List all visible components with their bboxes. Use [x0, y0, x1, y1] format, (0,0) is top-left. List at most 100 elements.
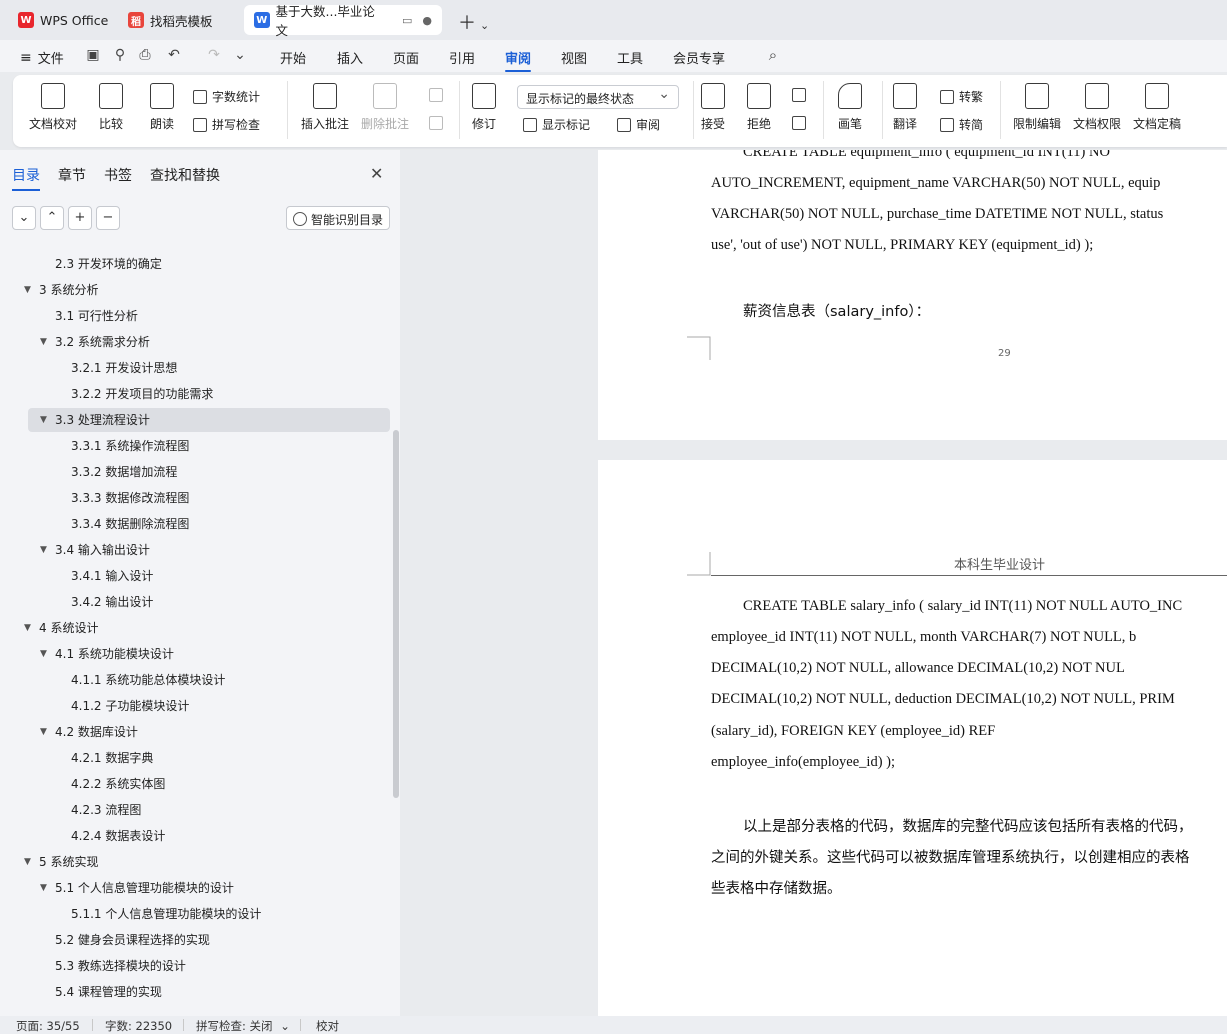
menu-insert[interactable]: 插入: [337, 48, 363, 67]
quick-access-more-icon[interactable]: ⌄: [232, 47, 248, 63]
toc-item[interactable]: 3.2.2 开发项目的功能需求: [0, 382, 390, 406]
accept-button[interactable]: 接受: [701, 83, 725, 132]
menu-home[interactable]: 开始: [280, 48, 306, 67]
tab-docer-templates[interactable]: 稻 找稻壳模板: [118, 5, 223, 35]
tab-current-document[interactable]: W 基于大数...毕业论文 ▭ ●: [244, 4, 442, 38]
revise-button[interactable]: 修订: [472, 83, 496, 132]
toc-item[interactable]: ▼ 4 系统设计: [0, 616, 390, 640]
next-comment-button[interactable]: [429, 116, 448, 130]
document-page[interactable]: CREATE TABLE equipment_info ( equipment_…: [598, 150, 1227, 440]
word-count-button[interactable]: 字数统计: [193, 88, 260, 105]
toc-item[interactable]: 4.2.2 系统实体图: [0, 772, 390, 796]
pen-button[interactable]: 画笔: [838, 83, 862, 132]
expand-arrow-icon[interactable]: ▼: [24, 278, 31, 302]
toc-item[interactable]: 5.3 教练选择模块的设计: [0, 954, 390, 978]
expand-arrow-icon[interactable]: ▼: [24, 850, 31, 874]
expand-arrow-icon[interactable]: ▼: [24, 616, 31, 640]
menu-tools[interactable]: 工具: [617, 48, 643, 67]
expand-arrow-icon[interactable]: ▼: [40, 408, 47, 432]
toc-item[interactable]: ▼ 5 系统实现: [0, 850, 390, 874]
word-count-status[interactable]: 字数: 22350: [105, 1018, 172, 1034]
toc-item[interactable]: ▼ 3.2 系统需求分析: [0, 330, 390, 354]
share-icon[interactable]: ⚲: [112, 47, 128, 63]
spell-check-button[interactable]: 拼写检查: [193, 116, 260, 133]
translate-button[interactable]: 翻译: [893, 83, 917, 132]
expand-arrow-icon[interactable]: ▼: [40, 330, 47, 354]
tab-bookmarks[interactable]: 书签: [104, 165, 132, 185]
expand-arrow-icon[interactable]: ▼: [40, 538, 47, 562]
toc-item[interactable]: 3.3.3 数据修改流程图: [0, 486, 390, 510]
prev-comment-button[interactable]: [429, 88, 448, 102]
toc-item[interactable]: 3.4.1 输入设计: [0, 564, 390, 588]
menu-references[interactable]: 引用: [449, 48, 475, 67]
toc-item[interactable]: 4.2.4 数据表设计: [0, 824, 390, 848]
redo-icon[interactable]: ↷: [206, 47, 222, 63]
tab-chapters[interactable]: 章节: [58, 165, 86, 185]
doc-finalize-button[interactable]: 文档定稿: [1133, 83, 1181, 132]
toc-item[interactable]: ▼ 3 系统分析: [0, 278, 390, 302]
toc-item[interactable]: 3.4.2 输出设计: [0, 590, 390, 614]
toc-item[interactable]: ▼ 3.4 输入输出设计: [0, 538, 390, 562]
add-heading-button[interactable]: +: [68, 206, 92, 230]
save-icon[interactable]: ▣: [85, 47, 101, 63]
toc-item[interactable]: 3.1 可行性分析: [0, 304, 390, 328]
menu-view[interactable]: 视图: [561, 48, 587, 67]
toc-item[interactable]: 5.2 健身会员课程选择的实现: [0, 928, 390, 952]
menu-member[interactable]: 会员专享: [673, 48, 725, 67]
expand-arrow-icon[interactable]: ▼: [40, 642, 47, 666]
document-page[interactable]: 本科生毕业设计 CREATE TABLE salary_info ( salar…: [598, 460, 1227, 1016]
markup-state-select[interactable]: 显示标记的最终状态: [517, 85, 679, 109]
to-traditional-button[interactable]: 转繁: [940, 88, 983, 105]
unsaved-dot-icon[interactable]: ●: [422, 14, 432, 27]
tab-wps-office[interactable]: W WPS Office: [8, 5, 118, 35]
prev-change-button[interactable]: [792, 88, 811, 102]
toc-item[interactable]: ▼ 3.3 处理流程设计: [0, 408, 390, 432]
toc-item[interactable]: 3.2.1 开发设计思想: [0, 356, 390, 380]
delete-comment-button[interactable]: 删除批注: [361, 83, 409, 132]
toc-item[interactable]: ▼ 4.2 数据库设计: [0, 720, 390, 744]
show-markup-button[interactable]: 显示标记: [523, 116, 590, 133]
to-simplified-button[interactable]: 转简: [940, 116, 983, 133]
chevron-down-icon[interactable]: ⌄: [480, 19, 489, 32]
toc-item[interactable]: 4.1.2 子功能模块设计: [0, 694, 390, 718]
tab-find-replace[interactable]: 查找和替换: [150, 165, 220, 185]
toc-item[interactable]: 4.2.1 数据字典: [0, 746, 390, 770]
expand-arrow-icon[interactable]: ▼: [40, 720, 47, 744]
spell-check-status[interactable]: 拼写检查: 关闭 ⌄: [196, 1018, 290, 1034]
document-area[interactable]: CREATE TABLE equipment_info ( equipment_…: [400, 150, 1227, 1016]
insert-comment-button[interactable]: 插入批注: [301, 83, 349, 132]
toc-item[interactable]: 3.3.4 数据删除流程图: [0, 512, 390, 536]
new-tab-button[interactable]: ＋ ⌄: [458, 9, 489, 35]
doc-permission-button[interactable]: 文档权限: [1073, 83, 1121, 132]
smart-toc-button[interactable]: 智能识别目录: [286, 206, 390, 230]
menu-review[interactable]: 审阅: [505, 48, 532, 72]
toc-item[interactable]: 2.3 开发环境的确定: [0, 252, 390, 276]
page-count-status[interactable]: 页面: 35/55: [16, 1018, 80, 1034]
print-preview-icon[interactable]: ⎙: [137, 47, 153, 63]
reject-button[interactable]: 拒绝: [747, 83, 771, 132]
menu-page[interactable]: 页面: [393, 48, 419, 67]
toc-item[interactable]: 4.2.3 流程图: [0, 798, 390, 822]
proofread-status[interactable]: 校对: [316, 1018, 339, 1034]
collapse-down-button[interactable]: ⌄: [12, 206, 36, 230]
toc-item[interactable]: 3.3.1 系统操作流程图: [0, 434, 390, 458]
read-aloud-button[interactable]: 朗读: [150, 83, 174, 132]
toc-item[interactable]: 3.3.2 数据增加流程: [0, 460, 390, 484]
toc-item[interactable]: ▼ 5.1 个人信息管理功能模块的设计: [0, 876, 390, 900]
file-menu[interactable]: ≡ 文件: [20, 48, 64, 68]
toc-item[interactable]: 5.4 课程管理的实现: [0, 980, 390, 1004]
next-change-button[interactable]: [792, 116, 811, 130]
window-icon[interactable]: ▭: [402, 14, 412, 27]
toc-item[interactable]: 5.1.1 个人信息管理功能模块的设计: [0, 902, 390, 926]
expand-arrow-icon[interactable]: ▼: [40, 876, 47, 900]
close-icon[interactable]: ✕: [370, 164, 383, 183]
restrict-edit-button[interactable]: 限制编辑: [1013, 83, 1061, 132]
collapse-up-button[interactable]: ⌃: [40, 206, 64, 230]
scrollbar[interactable]: [393, 430, 399, 798]
toc-item[interactable]: ▼ 4.1 系统功能模块设计: [0, 642, 390, 666]
search-icon[interactable]: ⌕: [765, 47, 781, 63]
toc-item[interactable]: 4.1.1 系统功能总体模块设计: [0, 668, 390, 692]
compare-button[interactable]: 比较: [99, 83, 123, 132]
tab-toc[interactable]: 目录: [12, 165, 40, 191]
undo-icon[interactable]: ↶: [166, 47, 182, 63]
